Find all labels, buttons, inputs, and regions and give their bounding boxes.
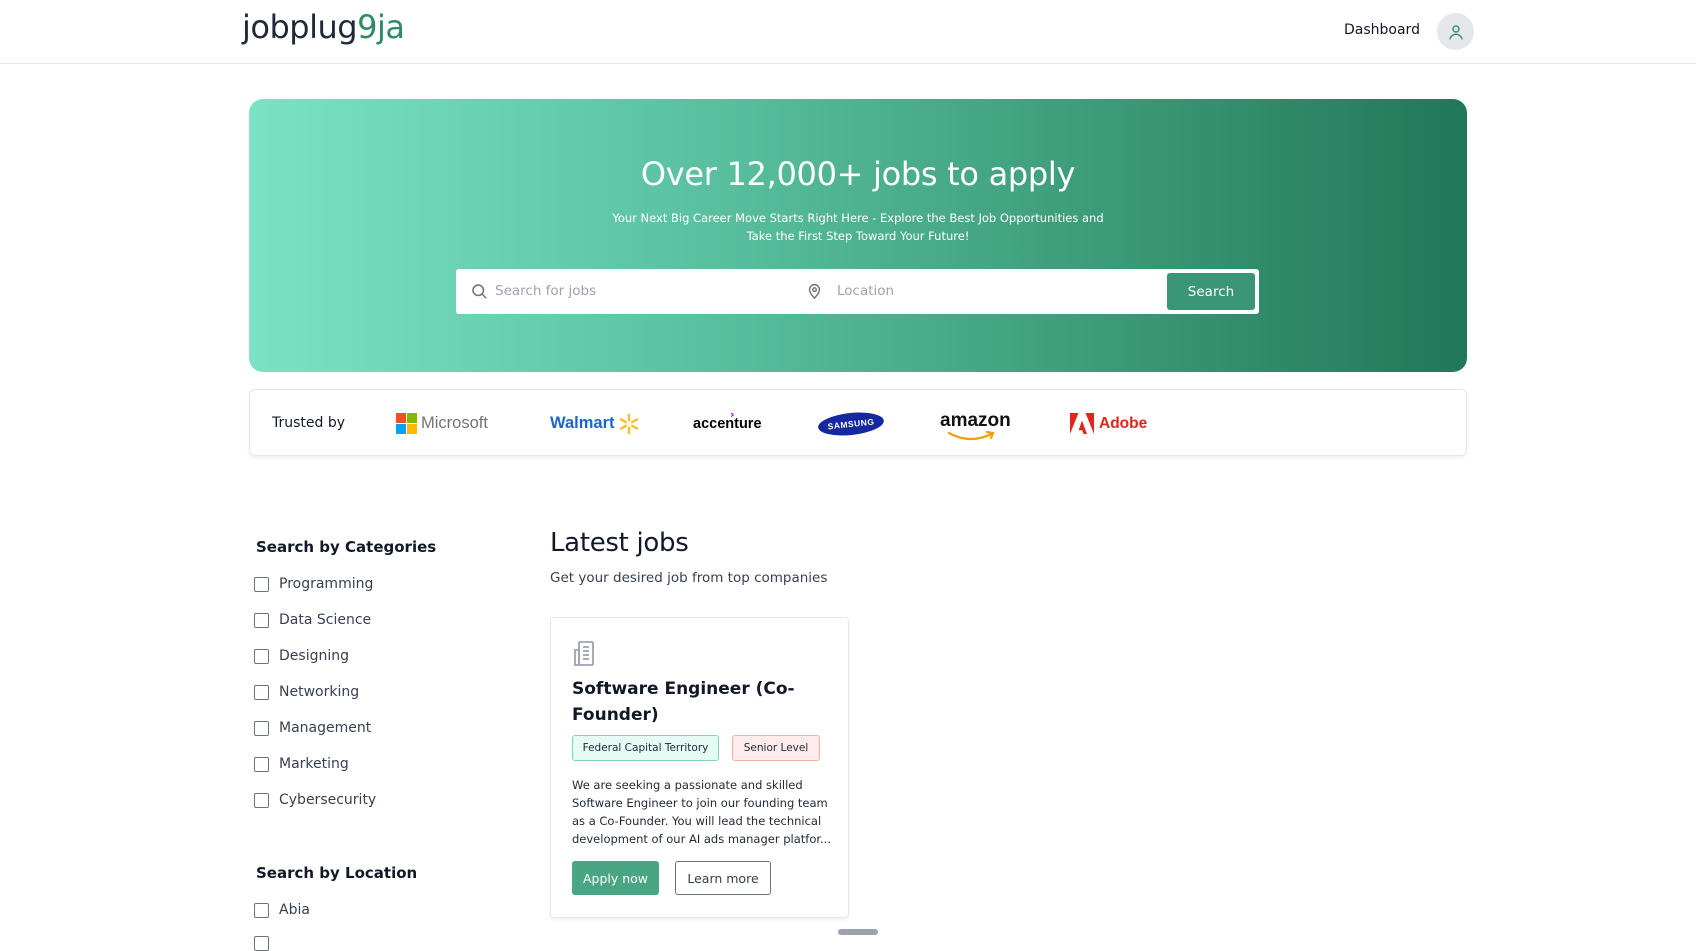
accenture-accent-icon: › bbox=[730, 408, 735, 421]
search-icon bbox=[472, 284, 487, 299]
brand-accenture: accenture › bbox=[693, 390, 762, 457]
checkbox[interactable] bbox=[254, 576, 269, 592]
category-option-programming[interactable]: Programming bbox=[254, 576, 373, 592]
learn-more-button[interactable]: Learn more bbox=[675, 861, 771, 895]
latest-jobs-title: Latest jobs bbox=[550, 528, 689, 558]
dashboard-link[interactable]: Dashboard bbox=[1344, 22, 1420, 38]
category-option-marketing[interactable]: Marketing bbox=[254, 756, 349, 772]
adobe-logo-icon bbox=[1070, 413, 1094, 434]
checkbox[interactable] bbox=[254, 612, 269, 628]
job-search-bar: Search bbox=[456, 269, 1259, 314]
brand-adobe: Adobe bbox=[1070, 390, 1147, 457]
category-label: Designing bbox=[279, 648, 349, 664]
category-label: Networking bbox=[279, 684, 360, 700]
scroll-handle[interactable] bbox=[838, 929, 878, 935]
location-input[interactable] bbox=[837, 278, 1137, 304]
walmart-spark-icon bbox=[619, 413, 638, 434]
checkbox[interactable] bbox=[254, 902, 269, 918]
latest-jobs-subtitle: Get your desired job from top companies bbox=[550, 570, 828, 586]
location-pin-icon bbox=[808, 283, 821, 300]
logo-text-main: jobplug bbox=[242, 8, 358, 46]
trusted-by-bar: Trusted by Microsoft Walmart accenture ›… bbox=[249, 389, 1467, 456]
category-label: Management bbox=[279, 720, 372, 736]
category-label: Cybersecurity bbox=[279, 792, 377, 808]
hero-title: Over 12,000+ jobs to apply bbox=[640, 155, 1076, 193]
category-label: Data Science bbox=[279, 612, 372, 628]
amazon-smile-icon bbox=[947, 431, 995, 441]
checkbox[interactable] bbox=[254, 792, 269, 808]
search-input[interactable] bbox=[495, 278, 775, 304]
checkbox[interactable] bbox=[254, 720, 269, 736]
brand-walmart: Walmart bbox=[550, 390, 640, 457]
hero-banner: Over 12,000+ jobs to apply Your Next Big… bbox=[249, 99, 1467, 372]
avatar[interactable] bbox=[1437, 13, 1474, 50]
apply-now-button[interactable]: Apply now bbox=[572, 861, 659, 895]
search-button[interactable]: Search bbox=[1167, 273, 1255, 310]
category-option-designing[interactable]: Designing bbox=[254, 648, 349, 664]
category-label: Marketing bbox=[279, 756, 349, 772]
brand-walmart-name: Walmart bbox=[550, 414, 615, 432]
job-description: We are seeking a passionate and skilled … bbox=[572, 778, 831, 846]
top-navbar: jobplug9ja Dashboard bbox=[0, 0, 1696, 64]
brand-amazon-name: amazon bbox=[940, 409, 1011, 431]
category-option-cybersecurity[interactable]: Cybersecurity bbox=[254, 792, 376, 808]
user-icon bbox=[1448, 24, 1463, 39]
checkbox[interactable] bbox=[254, 756, 269, 772]
category-label: Programming bbox=[279, 576, 374, 592]
brand-samsung: SAMSUNG bbox=[817, 390, 885, 457]
site-logo[interactable]: jobplug9ja bbox=[242, 8, 405, 46]
logo-text-accent: 9ja bbox=[357, 8, 405, 46]
checkbox[interactable] bbox=[254, 936, 269, 951]
brand-microsoft-name: Microsoft bbox=[421, 414, 488, 432]
category-option-networking[interactable]: Networking bbox=[254, 684, 359, 700]
brand-adobe-name: Adobe bbox=[1099, 414, 1148, 432]
category-option-data-science[interactable]: Data Science bbox=[254, 612, 371, 628]
brand-amazon: amazon bbox=[940, 390, 1011, 457]
job-card[interactable]: Software Engineer (Co-Founder) Federal C… bbox=[550, 617, 849, 918]
building-icon bbox=[574, 641, 594, 666]
brand-samsung-name: SAMSUNG bbox=[827, 416, 875, 431]
hero-subtitle: Your Next Big Career Move Starts Right H… bbox=[612, 211, 1104, 243]
samsung-oval-icon: SAMSUNG bbox=[817, 409, 885, 438]
categories-heading: Search by Categories bbox=[256, 538, 437, 556]
location-label: Abia bbox=[279, 902, 310, 918]
job-location-badge: Federal Capital Territory bbox=[572, 735, 719, 761]
location-option-abia[interactable]: Abia bbox=[254, 902, 310, 918]
location-heading: Search by Location bbox=[256, 864, 418, 882]
microsoft-logo-icon bbox=[396, 413, 417, 434]
category-option-management[interactable]: Management bbox=[254, 720, 371, 736]
brand-microsoft: Microsoft bbox=[396, 390, 488, 457]
brand-accenture-name: accenture bbox=[693, 415, 762, 432]
job-title[interactable]: Software Engineer (Co-Founder) bbox=[572, 676, 812, 728]
checkbox[interactable] bbox=[254, 648, 269, 664]
trusted-by-label: Trusted by bbox=[272, 415, 346, 431]
checkbox[interactable] bbox=[254, 684, 269, 700]
job-level-badge: Senior Level bbox=[732, 735, 820, 761]
